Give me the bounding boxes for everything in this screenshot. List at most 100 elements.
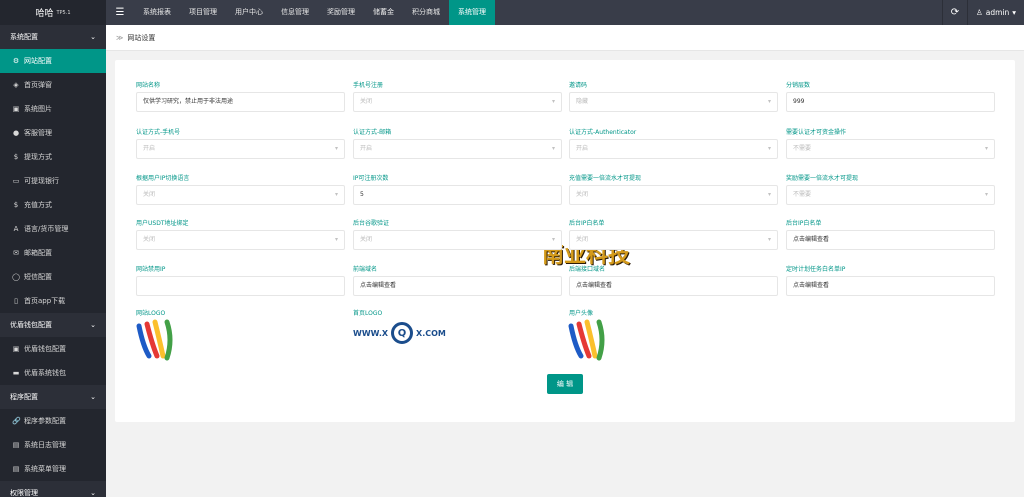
form-field: 用户USDT地址绑定 关闭 ▾ [136,218,345,250]
sidebar-item-icon: 🔗 [12,417,21,425]
sidebar-group-label: 系统配置 [10,33,38,41]
form-field: 网站名称 仅供学习研究，禁止用于非法用途 [136,80,345,112]
text-input[interactable]: 仅供学习研究，禁止用于非法用途 [136,92,345,112]
top-nav-item[interactable]: 积分商城 [403,0,449,25]
home-logo-label: 首页LOGO [353,310,383,317]
sidebar-group[interactable]: 系统配置 ⌄ [0,25,106,49]
sidebar-item-label: 程序参数配置 [24,417,66,425]
sidebar-item[interactable]: ▯ 首页app下载 [0,289,106,313]
sidebar-item[interactable]: ⚙ 网站配置 [0,49,106,73]
text-input[interactable]: 5 [353,185,562,205]
sidebar-item[interactable]: ✉ 邮箱配置 [0,241,106,265]
sidebar-item-label: 可提现银行 [24,177,59,185]
user-menu[interactable]: ♙ admin ▾ [967,0,1024,25]
sidebar-group[interactable]: 权限管理 ⌄ [0,481,106,497]
sidebar-item[interactable]: ◯ 短信配置 [0,265,106,289]
form-field: 后台IP白名单 关闭 ▾ [569,218,778,250]
form-field: 需要认证才可资金操作不需要 ▾ [786,127,995,159]
top-nav-item[interactable]: 信息管理 [272,0,318,25]
field-label: 后端接口域名 [569,266,606,273]
field-value: 点击编辑查看 [360,282,397,289]
select-field[interactable]: 不需要 ▾ [786,185,995,205]
home-logo-text-mid: Q [397,327,407,339]
sidebar-item[interactable]: ▬ 优盾系统钱包 [0,361,106,385]
top-nav-item[interactable]: 系统管理 [449,0,495,25]
site-logo-image[interactable] [135,318,177,362]
top-nav-item[interactable]: 用户中心 [226,0,272,25]
sidebar-item[interactable]: ▤ 系统菜单管理 [0,457,106,481]
select-field[interactable]: 关闭 ▾ [353,230,562,250]
sidebar-item[interactable]: ◈ 首页弹窗 [0,73,106,97]
text-input[interactable]: 999 [786,92,995,112]
chevron-down-icon: ▾ [767,191,771,198]
sidebar-item[interactable]: ● 客服管理 [0,121,106,145]
text-input[interactable]: 点击编辑查看 [786,276,995,296]
field-label: 认证方式-邮箱 [353,129,392,136]
top-nav-item[interactable]: 项目管理 [180,0,226,25]
sidebar-item-label: 首页弹窗 [24,81,52,89]
sidebar-item[interactable]: ▭ 可提现银行 [0,169,106,193]
chevron-down-icon: ⌄ [90,321,96,329]
field-value: 仅供学习研究，禁止用于非法用途 [143,98,234,105]
brand-version: TP5.1 [56,9,71,16]
field-label: 充值需要一倍流水才可提现 [569,175,642,182]
sidebar-item[interactable]: 🔗 程序参数配置 [0,409,106,433]
chevron-down-icon: ▾ [767,98,771,105]
chevron-down-icon: ▾ [551,145,555,152]
sidebar-item[interactable]: ▤ 系统日志管理 [0,433,106,457]
select-field[interactable]: 关闭 ▾ [136,230,345,250]
avatar-image[interactable] [567,318,609,362]
top-nav-item[interactable]: 奖励管理 [318,0,364,25]
text-input[interactable]: 点击编辑查看 [353,276,562,296]
sidebar-group-label: 程序配置 [10,393,38,401]
field-label: 根据用户IP切换语言 [136,175,190,182]
form-field: 网站禁用IP [136,264,345,296]
top-nav-item[interactable]: 储蓄金 [364,0,403,25]
text-input[interactable] [136,276,345,296]
sidebar-item[interactable]: A 语言/货币管理 [0,217,106,241]
field-value: 5 [360,191,364,198]
select-field[interactable]: 关闭 ▾ [353,92,562,112]
select-field[interactable]: 开启 ▾ [136,139,345,159]
sidebar-group[interactable]: 优盾钱包配置 ⌄ [0,313,106,337]
select-field[interactable]: 关闭 ▾ [136,185,345,205]
form-field: 定时计划任务白名单IP 点击编辑查看 [786,264,995,296]
sidebar-item[interactable]: $ 提现方式 [0,145,106,169]
chevron-down-icon: ▾ [334,191,338,198]
sidebar-item[interactable]: ▣ 优盾钱包配置 [0,337,106,361]
menu-toggle-icon[interactable]: ☰ [106,7,134,18]
field-value: 点击编辑查看 [793,236,830,243]
sidebar-item[interactable]: $ 充值方式 [0,193,106,217]
top-nav-item[interactable]: 系统报表 [134,0,180,25]
select-field[interactable]: 开启 ▾ [353,139,562,159]
breadcrumb-separator-icon: ≫ [116,33,124,42]
field-value: 开启 [360,145,373,152]
select-field[interactable]: 关闭 ▾ [569,185,778,205]
field-value: 关闭 [360,236,373,243]
sidebar-item[interactable]: ▣ 系统图片 [0,97,106,121]
form-field: 邀请码 隐藏 ▾ [569,80,778,112]
brand-logo[interactable]: 哈哈 TP5.1 [0,0,106,25]
text-input[interactable]: 点击编辑查看 [569,276,778,296]
select-field[interactable]: 不需要 ▾ [786,139,995,159]
sidebar-item-icon: ▯ [14,297,18,305]
refresh-icon[interactable]: ⟳ [942,0,967,25]
field-label: IP可注册次数 [353,175,389,182]
field-label: 后台IP白名单 [786,220,822,227]
chevron-down-icon: ▾ [334,145,338,152]
chevron-down-icon: ▾ [551,98,555,105]
field-label: 需要认证才可资金操作 [786,129,847,136]
field-value: 不需要 [793,145,812,152]
home-logo-image[interactable]: WWW.X Q X.COM [353,322,446,344]
sidebar-item-icon: ● [12,129,20,137]
select-field[interactable]: 关闭 ▾ [569,230,778,250]
sidebar-group-label: 优盾钱包配置 [10,321,52,329]
select-field[interactable]: 隐藏 ▾ [569,92,778,112]
text-input[interactable]: 点击编辑查看 [786,230,995,250]
sidebar-item-icon: ▤ [12,465,20,473]
breadcrumb-current[interactable]: 网站设置 [127,33,155,43]
field-label: 手机号注册 [353,82,384,89]
edit-button[interactable]: 编 辑 [547,374,583,394]
sidebar-group[interactable]: 程序配置 ⌄ [0,385,106,409]
select-field[interactable]: 开启 ▾ [569,139,778,159]
